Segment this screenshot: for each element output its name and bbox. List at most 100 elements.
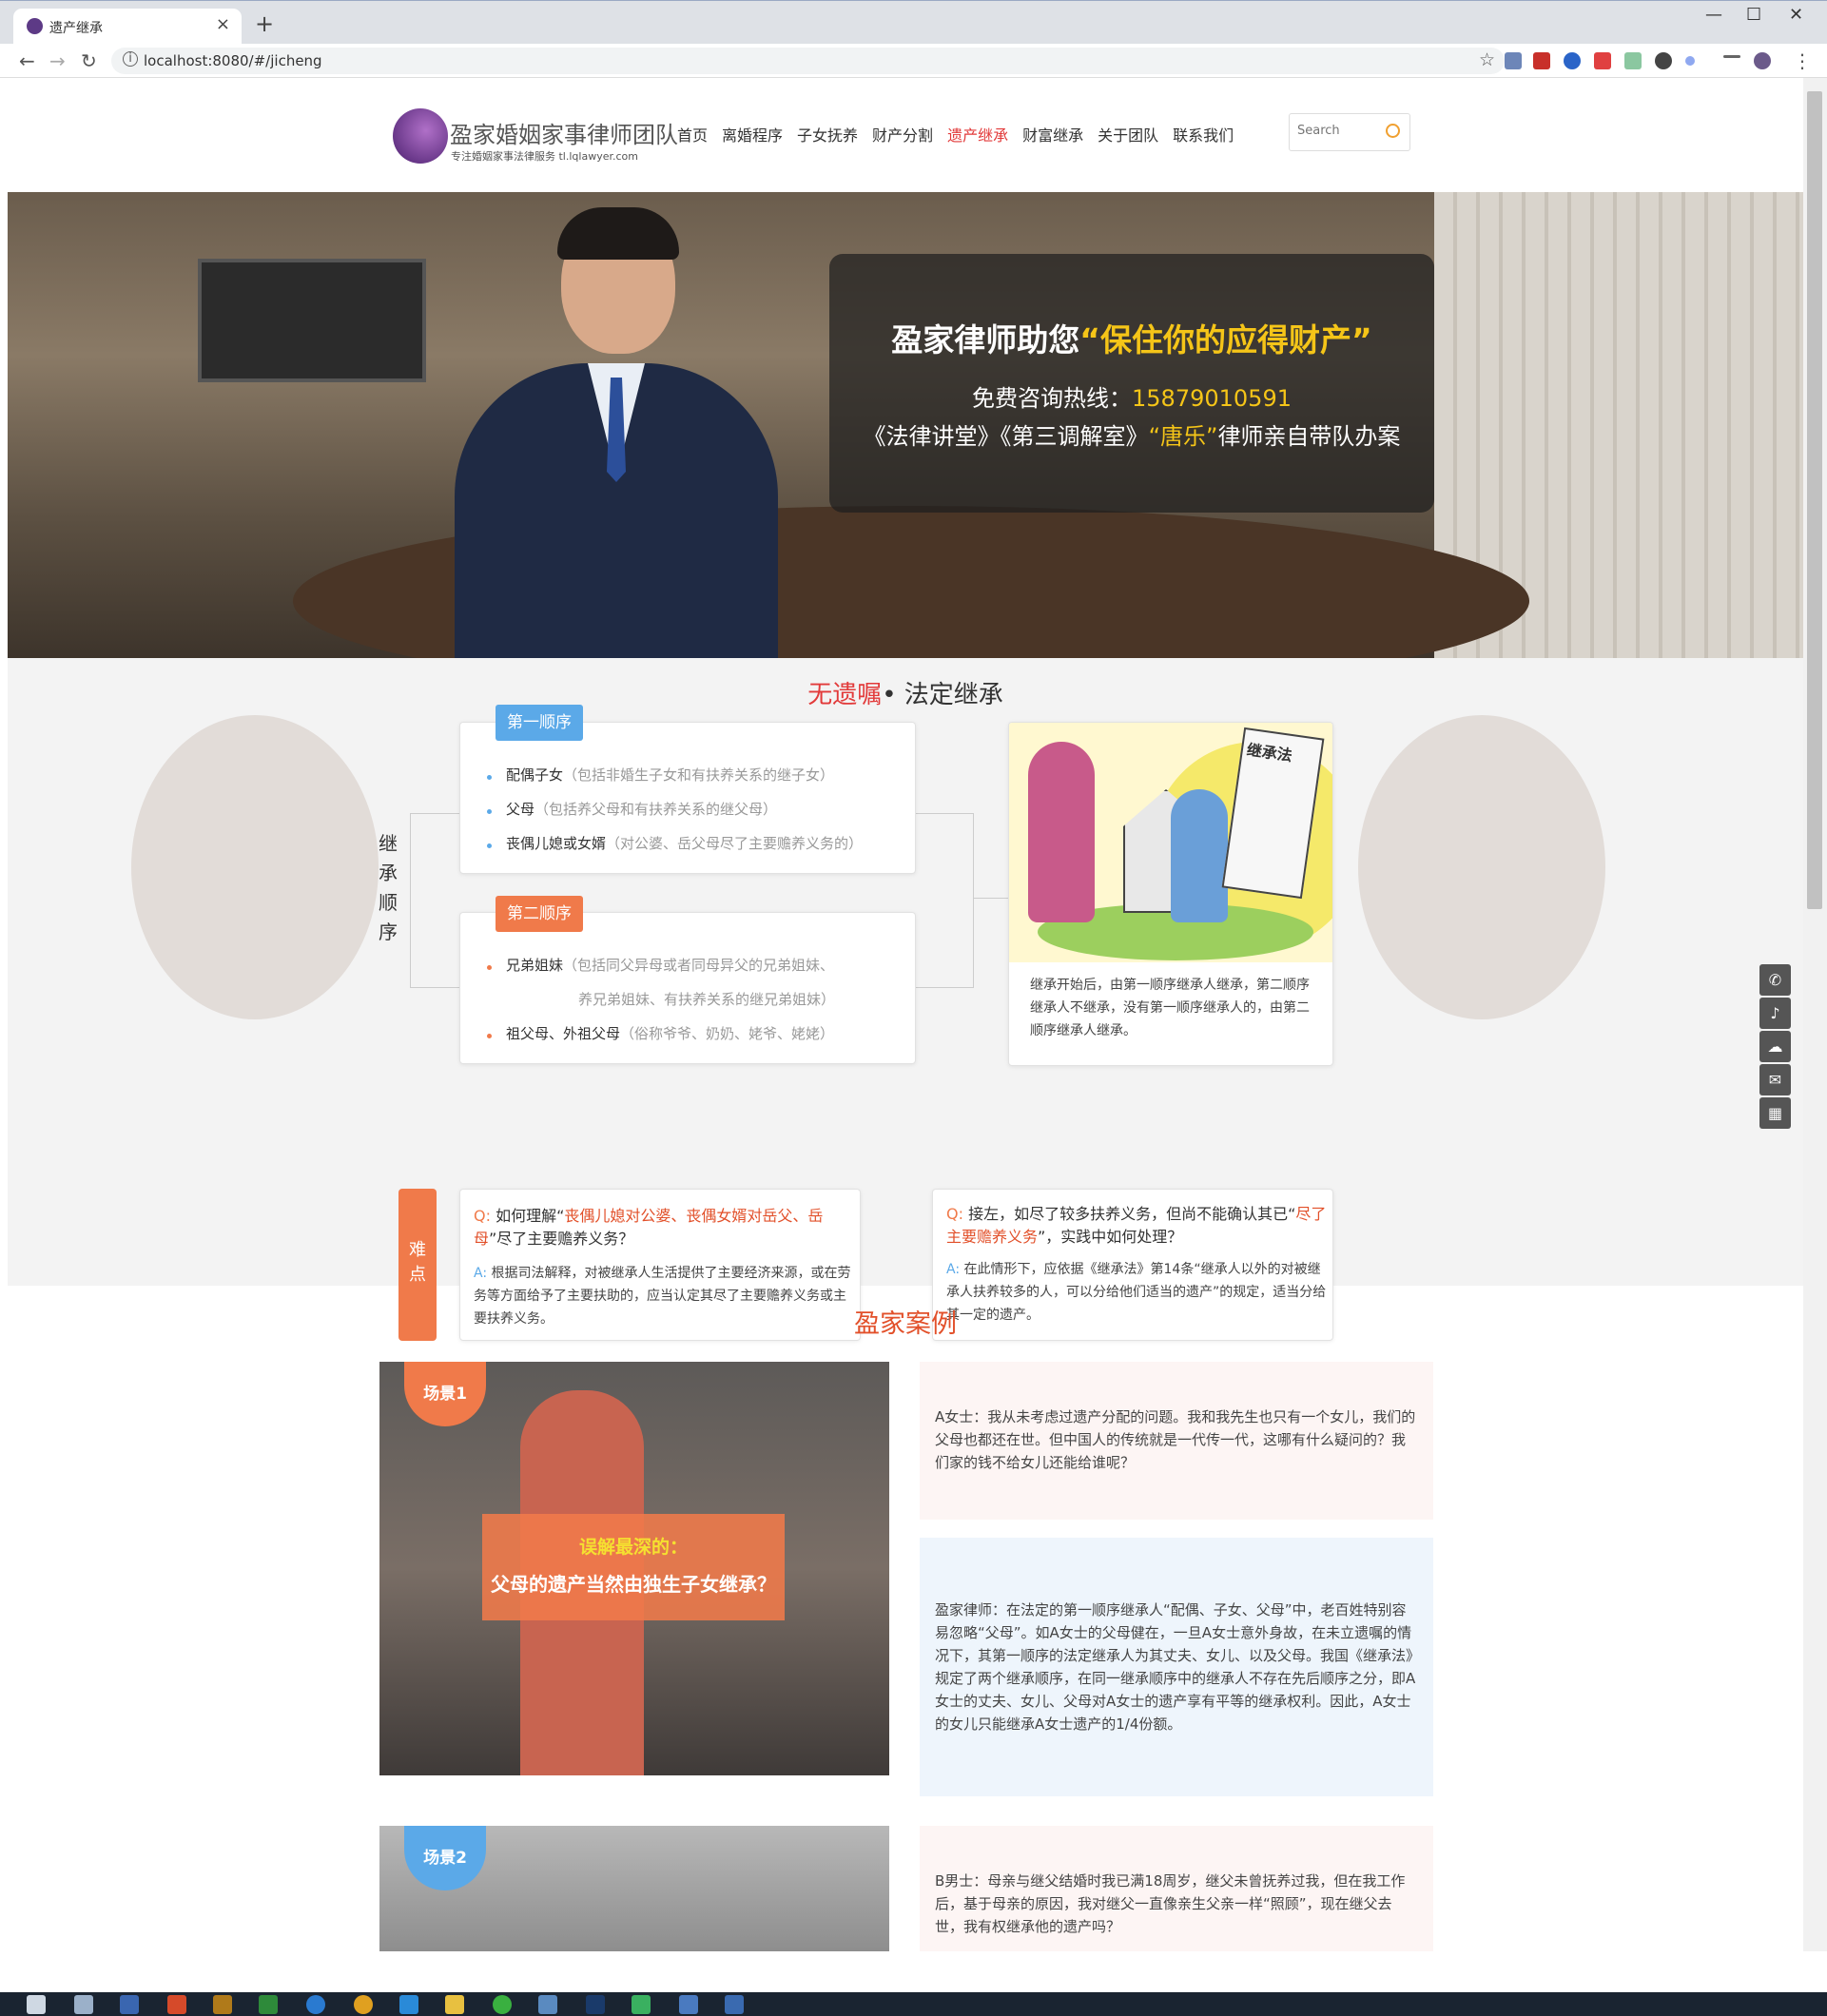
chrome-extension-icon[interactable] <box>1564 52 1581 69</box>
nav-item-custody[interactable]: 子女抚养 <box>797 123 858 145</box>
app-icon[interactable] <box>725 1995 744 2014</box>
banner-tagline: 《法律讲堂》《第三调解室》“唐乐”律师亲自带队办案 <box>863 423 1401 450</box>
scene-1-question: A女士：我从未考虑过遗产分配的问题。我和我先生也只有一个女儿，我们的父母也都还在… <box>920 1362 1433 1520</box>
section-title: 无遗嘱• 法定继承 <box>807 681 1003 709</box>
ie-icon[interactable] <box>306 1995 325 2014</box>
menu-dots-icon[interactable]: ⋮ <box>1793 49 1812 72</box>
vscode-icon[interactable] <box>399 1995 418 2014</box>
search-icon[interactable] <box>1386 124 1400 138</box>
phone-icon[interactable]: ✆ <box>1759 964 1791 996</box>
url-text: localhost:8080/#/jicheng <box>144 52 322 69</box>
main-nav: 首页 离婚程序 子女抚养 财产分割 遗产继承 财富继承 关于团队 联系我们 <box>677 123 1234 145</box>
reading-list-icon[interactable] <box>1723 55 1740 58</box>
bridge-icon[interactable] <box>213 1995 232 2014</box>
web-page: 盈家婚姻家事律师团队 专注婚姻家事法律服务 tl.lqlawyer.com 首页… <box>8 78 1803 1951</box>
site-info-icon[interactable]: i <box>123 51 138 67</box>
nav-item-contact[interactable]: 联系我们 <box>1173 123 1234 145</box>
bell-icon[interactable]: ♪ <box>1759 998 1791 1029</box>
scene-1-answer: 盈家律师：在法定的第一顺序继承人“配偶、子女、父母”中，老百姓特别容易忽略“父母… <box>920 1538 1433 1796</box>
illustration-card: 继承法 继承开始后，由第一顺序继承人继承，第二顺序继承人不继承，没有第一顺序继承… <box>1008 722 1333 1066</box>
inheritance-illustration: 继承法 <box>1009 723 1332 962</box>
play-extension-icon[interactable] <box>1655 52 1672 69</box>
extension-icon[interactable] <box>1624 52 1642 69</box>
app-icon[interactable] <box>538 1995 557 2014</box>
app-icon[interactable] <box>679 1995 698 2014</box>
background-photo <box>131 715 379 1019</box>
favicon-icon <box>27 18 43 34</box>
folder-icon[interactable] <box>445 1995 464 2014</box>
list-item: 祖父母、外祖父母（俗称爷爷、奶奶、姥爷、姥姥） <box>506 1025 835 1042</box>
lawyer-photo <box>455 207 778 658</box>
scene-2-question: B男士：母亲与继父结婚时我已满18周岁，继父未曾抚养过我，但在我工作后，基于母亲… <box>920 1826 1433 1951</box>
extension-icon[interactable] <box>1505 52 1522 69</box>
list-item: 配偶子女（包括非婚生子女和有扶养关系的继子女） <box>506 766 835 784</box>
scene-1-image: 场景1 误解最深的： 父母的遗产当然由独生子女继承？ <box>379 1362 889 1775</box>
message-icon[interactable]: ✉ <box>1759 1064 1791 1095</box>
maximize-icon[interactable]: ☐ <box>1746 5 1761 25</box>
search-input[interactable] <box>1297 124 1383 138</box>
browser-tab[interactable]: 遗产继承 × <box>13 9 242 45</box>
question: Q: 如何理解“丧偶儿媳对公婆、丧偶女婿对岳父、岳母”尽了主要赡养义务？ <box>474 1207 824 1248</box>
app-icon[interactable] <box>632 1995 651 2014</box>
qrcode-icon[interactable]: ▦ <box>1759 1097 1791 1129</box>
browser-tab-bar: 遗产继承 × + — ☐ ✕ <box>0 0 1827 45</box>
list-item: 丧偶儿媳或女婿（对公婆、岳父母尽了主要赡养义务的） <box>506 835 864 852</box>
extension-icon[interactable] <box>1594 52 1611 69</box>
cases-title: 盈家案例 <box>854 1309 957 1339</box>
photoshop-icon[interactable] <box>586 1995 605 2014</box>
bookmark-star-icon[interactable]: ☆ <box>1479 49 1495 70</box>
tv-decoration <box>198 259 426 382</box>
nav-item-inheritance[interactable]: 遗产继承 <box>947 123 1008 145</box>
app-icon[interactable] <box>120 1995 139 2014</box>
nav-item-divorce[interactable]: 离婚程序 <box>722 123 783 145</box>
list-item: 兄弟姐妹（包括同父异母或者同母异父的兄弟姐妹、 <box>506 957 835 974</box>
app-icon[interactable] <box>74 1995 93 2014</box>
banner-title: 盈家律师助您“保住你的应得财产” <box>891 321 1372 359</box>
list-item-continued: 养兄弟姐妹、有扶养关系的继兄弟姐妹） <box>578 991 836 1008</box>
site-logo-icon[interactable] <box>393 108 448 164</box>
first-order-card: 配偶子女（包括非婚生子女和有扶养关系的继子女） 父母（包括养父母和有扶养关系的继… <box>459 722 916 874</box>
hotline-number[interactable]: 15879010591 <box>1132 385 1292 412</box>
scene-2-image: 场景2 <box>379 1826 889 1951</box>
question: Q: 接左，如尽了较多扶养义务，但尚不能确认其已“尽了主要赡养义务”，实践中如何… <box>946 1205 1327 1246</box>
illustration-description: 继承开始后，由第一顺序继承人继承，第二顺序继承人不继承，没有第一顺序继承人的，由… <box>1030 978 1310 1038</box>
back-icon[interactable]: ← <box>19 49 35 72</box>
profile-avatar[interactable] <box>1754 52 1771 69</box>
os-taskbar <box>0 1992 1827 2016</box>
background-photo <box>1358 715 1605 1019</box>
chat-icon[interactable]: ☁ <box>1759 1031 1791 1062</box>
second-order-tag: 第二顺序 <box>496 896 583 932</box>
dreamweaver-icon[interactable] <box>259 1995 278 2014</box>
new-tab-icon[interactable]: + <box>255 10 274 37</box>
minimize-icon[interactable]: — <box>1705 5 1722 25</box>
close-window-icon[interactable]: ✕ <box>1789 5 1803 25</box>
list-item: 父母（包括养父母和有扶养关系的继父母） <box>506 801 778 818</box>
chrome-taskbar-icon[interactable] <box>354 1995 373 2014</box>
task-view-icon[interactable] <box>27 1995 46 2014</box>
wechat-icon[interactable] <box>493 1995 512 2014</box>
nav-item-property[interactable]: 财产分割 <box>872 123 933 145</box>
scene-badge: 场景1 <box>404 1362 486 1426</box>
address-toolbar: ← → ↻ i localhost:8080/#/jicheng ☆ ⋮ <box>0 44 1827 78</box>
first-order-tag: 第一顺序 <box>496 705 583 741</box>
statutory-inheritance-section: 无遗嘱• 法定继承 继承顺序 配偶子女（包括非婚生子女和有扶养关系的继子女） 父… <box>8 658 1803 1341</box>
logo-name[interactable]: 盈家婚姻家事律师团队 <box>450 116 678 149</box>
app-icon[interactable] <box>167 1995 186 2014</box>
forward-icon[interactable]: → <box>49 49 66 72</box>
close-tab-icon[interactable]: × <box>216 14 230 34</box>
extension-icon[interactable] <box>1685 56 1695 66</box>
nav-item-wealth[interactable]: 财富继承 <box>1022 123 1083 145</box>
banner-hotline: 免费咨询热线：15879010591 <box>972 385 1292 412</box>
banner-text-panel: 盈家律师助您“保住你的应得财产” 免费咨询热线：15879010591 《法律讲… <box>829 254 1434 513</box>
reload-icon[interactable]: ↻ <box>81 49 97 72</box>
search-box <box>1289 113 1410 151</box>
scrollbar-thumb[interactable] <box>1807 91 1822 909</box>
page-scrollbar[interactable] <box>1803 78 1827 1951</box>
nav-item-home[interactable]: 首页 <box>677 123 708 145</box>
second-order-card: 兄弟姐妹（包括同父异母或者同母异父的兄弟姐妹、 养兄弟姐妹、有扶养关系的继兄弟姐… <box>459 912 916 1064</box>
pdf-extension-icon[interactable] <box>1533 52 1550 69</box>
url-bar[interactable]: i localhost:8080/#/jicheng ☆ <box>111 48 1505 74</box>
inheritance-order-label: 继承顺序 <box>379 832 398 943</box>
nav-item-about[interactable]: 关于团队 <box>1098 123 1158 145</box>
logo-subtitle: 专注婚姻家事法律服务 tl.lqlawyer.com <box>451 150 638 163</box>
